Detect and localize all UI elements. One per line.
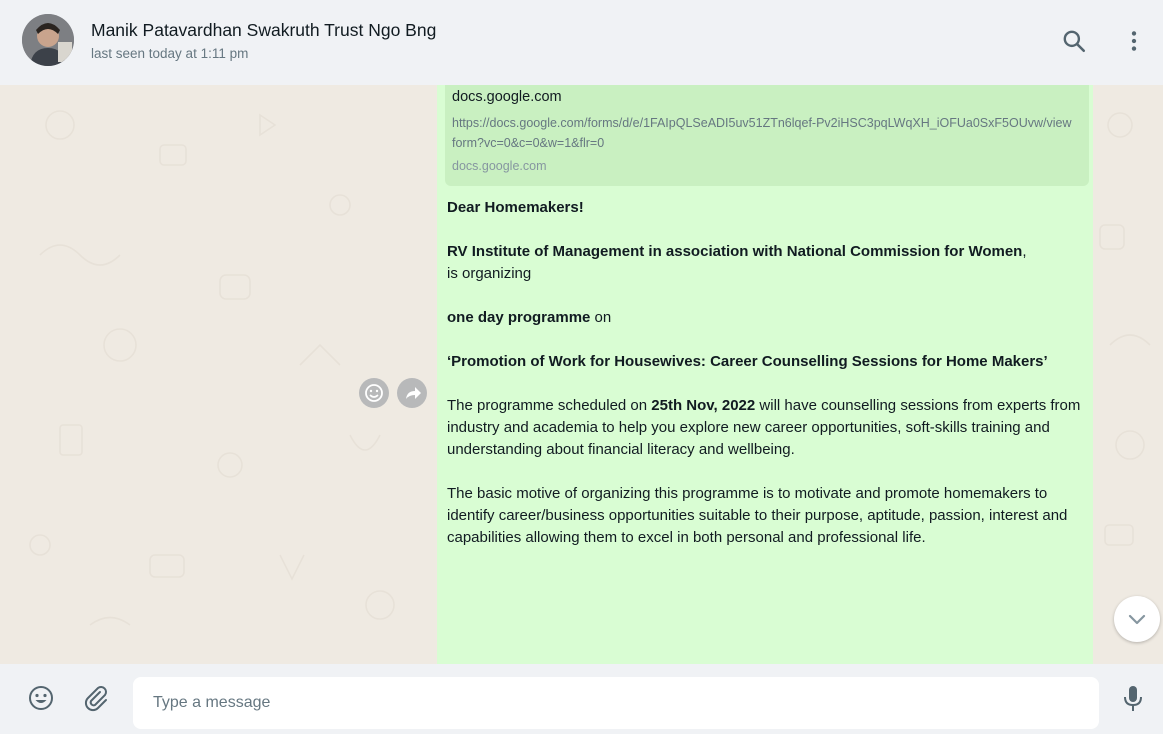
forward-icon bbox=[406, 387, 421, 399]
menu-icon[interactable] bbox=[1121, 28, 1147, 54]
message-org: RV Institute of Management in associatio… bbox=[447, 243, 1023, 260]
message-org-comma: , bbox=[1022, 243, 1027, 260]
avatar-image bbox=[22, 14, 74, 66]
avatar[interactable] bbox=[22, 14, 74, 66]
mic-icon[interactable] bbox=[1120, 684, 1146, 714]
message-greeting: Dear Homemakers! bbox=[447, 199, 584, 216]
message-text: Dear Homemakers! RV Institute of Managem… bbox=[447, 197, 1081, 571]
message-p2: The basic motive of organizing this prog… bbox=[447, 485, 1068, 546]
chat-area[interactable]: docs.google.com https://docs.google.com/… bbox=[0, 85, 1163, 664]
attach-icon[interactable] bbox=[81, 684, 109, 712]
message-p1-start: The programme scheduled on bbox=[447, 397, 652, 414]
scroll-down-button[interactable] bbox=[1114, 596, 1160, 642]
message-date: 25th Nov, 2022 bbox=[651, 397, 756, 414]
contact-name[interactable]: Manik Patavardhan Swakruth Trust Ngo Bng bbox=[91, 20, 436, 41]
message-input[interactable]: Type a message bbox=[133, 677, 1099, 729]
message-title: ‘Promotion of Work for Housewives: Caree… bbox=[447, 353, 1048, 370]
link-preview-url[interactable]: https://docs.google.com/forms/d/e/1FAIpQ… bbox=[452, 113, 1072, 153]
chat-header: Manik Patavardhan Swakruth Trust Ngo Bng… bbox=[0, 0, 1163, 85]
link-preview-title: docs.google.com bbox=[452, 89, 562, 105]
emoji-react-icon bbox=[365, 384, 383, 402]
message-programme: one day programme bbox=[447, 309, 591, 326]
chevron-down-icon bbox=[1128, 614, 1146, 625]
message-organizing: is organizing bbox=[447, 265, 532, 282]
message-programme-on: on bbox=[590, 309, 612, 326]
compose-bar: Type a message bbox=[0, 664, 1163, 734]
forward-button[interactable] bbox=[397, 378, 427, 408]
react-button[interactable] bbox=[359, 378, 389, 408]
search-icon[interactable] bbox=[1061, 28, 1087, 54]
link-preview-domain: docs.google.com bbox=[452, 159, 547, 173]
last-seen-status: last seen today at 1:11 pm bbox=[91, 46, 249, 61]
emoji-icon[interactable] bbox=[27, 684, 55, 712]
